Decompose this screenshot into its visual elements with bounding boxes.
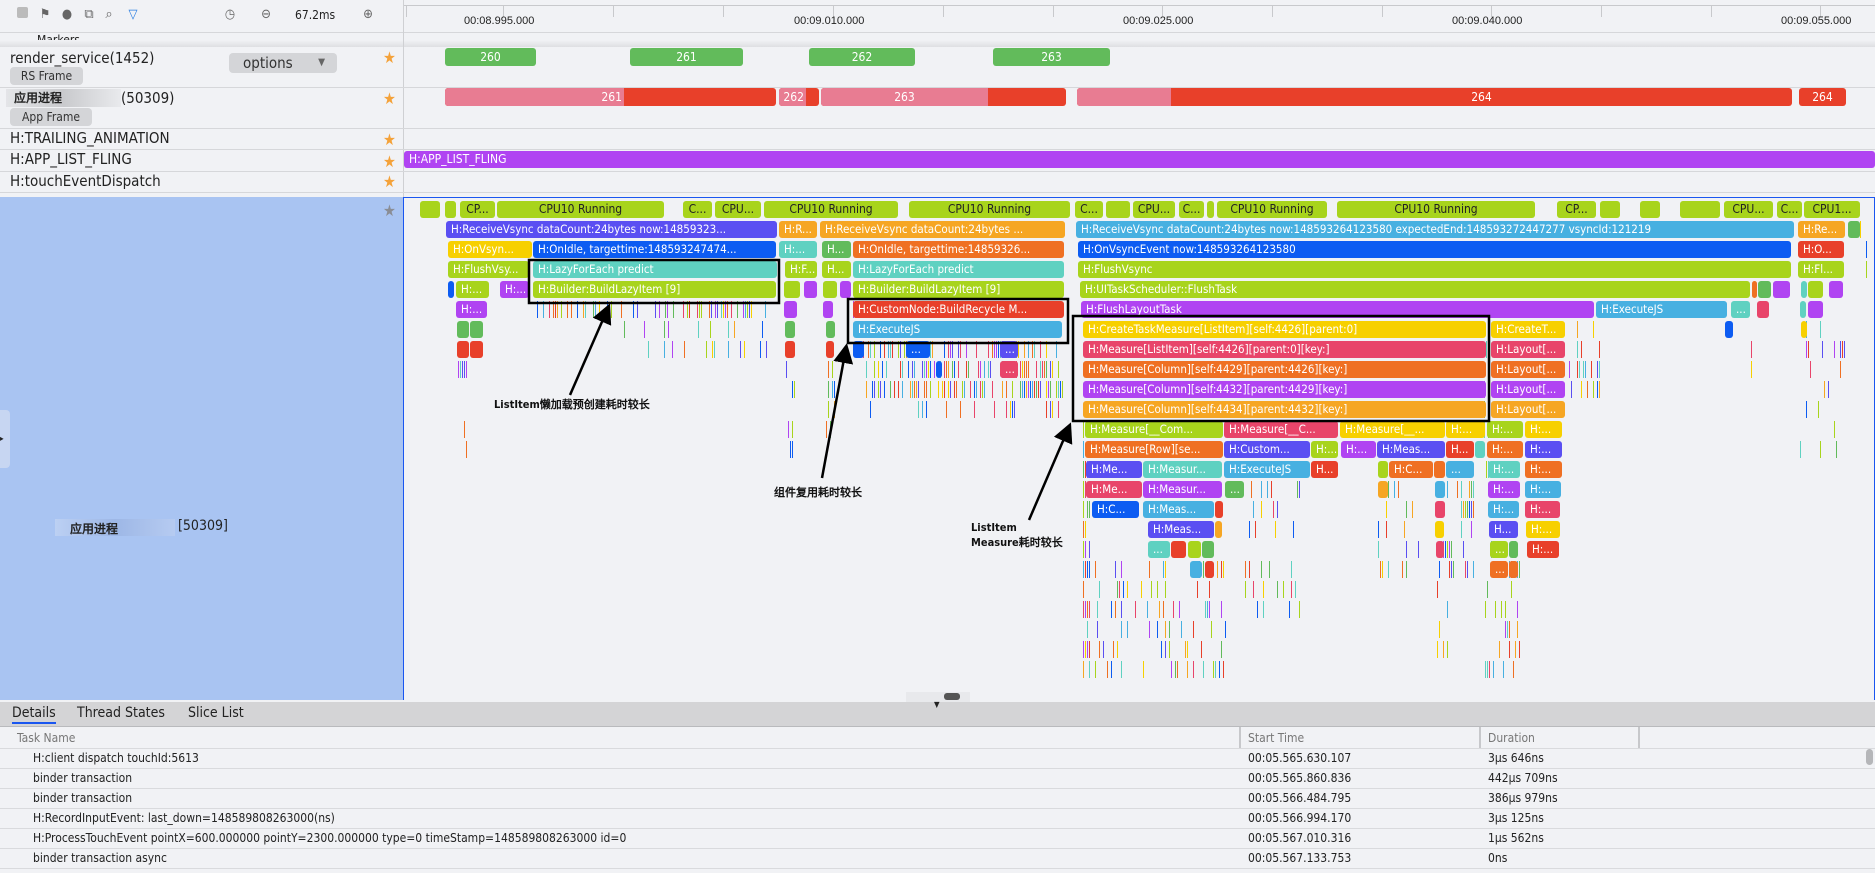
duration-cell: 3μs 125ns xyxy=(1488,811,1544,825)
drag-handle-icon[interactable] xyxy=(944,693,960,700)
annotation-measure-text-1: ListItem xyxy=(971,521,1017,534)
annotation-measure-text-2: Measure耗时较长 xyxy=(971,536,1063,549)
tab-slice-list[interactable]: Slice List xyxy=(188,705,244,721)
table-row[interactable]: binder transaction 00:05.566.484.795 386μs… xyxy=(0,789,1875,809)
column-header-start-time[interactable]: Start Time xyxy=(1248,731,1304,745)
task-name-cell: H:ProcessTouchEvent pointX=600.000000 po… xyxy=(33,831,627,845)
table-row[interactable]: H:client dispatch touchId:5613 00:05.565.… xyxy=(0,749,1875,769)
annotation-arrow-measure xyxy=(1027,422,1073,521)
start-time-cell: 00:05.565.630.107 xyxy=(1248,751,1352,765)
duration-cell: 0ns xyxy=(1488,851,1508,865)
chevron-down-icon[interactable]: ▼ xyxy=(934,700,940,709)
annotation-arrow-lazy xyxy=(568,303,612,396)
duration-cell: 1μs 562ns xyxy=(1488,831,1544,845)
start-time-cell: 00:05.567.010.316 xyxy=(1248,831,1352,845)
start-time-cell: 00:05.565.860.836 xyxy=(1248,771,1352,785)
task-name-cell: H:client dispatch touchId:5613 xyxy=(33,751,199,765)
task-name-cell: binder transaction async xyxy=(33,851,167,865)
table-row[interactable]: binder transaction 00:05.565.860.836 442μs… xyxy=(0,769,1875,789)
start-time-cell: 00:05.567.133.753 xyxy=(1248,851,1352,865)
duration-cell: 3μs 646ns xyxy=(1488,751,1544,765)
annotation-reuse-text: 组件复用耗时较长 xyxy=(774,486,862,499)
tab-details[interactable]: Details xyxy=(12,705,56,724)
duration-cell: 386μs 979ns xyxy=(1488,791,1558,805)
task-name-cell: binder transaction xyxy=(33,771,133,785)
table-row[interactable]: binder transaction async 00:05.567.133.75… xyxy=(0,849,1875,869)
start-time-cell: 00:05.566.484.795 xyxy=(1248,791,1352,805)
column-header-task-name[interactable]: Task Name xyxy=(17,731,75,745)
column-header-duration[interactable]: Duration xyxy=(1488,731,1535,745)
start-time-cell: 00:05.566.994.170 xyxy=(1248,811,1352,825)
scrollbar[interactable] xyxy=(1866,749,1873,765)
annotation-box-reuse xyxy=(846,297,1070,345)
task-name-cell: H:RecordInputEvent: last_down=1485898082… xyxy=(33,811,335,825)
annotation-box-measure xyxy=(1071,314,1491,423)
tab-thread-states[interactable]: Thread States xyxy=(77,705,165,721)
annotation-arrow-reuse xyxy=(820,343,854,479)
duration-cell: 442μs 709ns xyxy=(1488,771,1558,785)
table-row[interactable]: H:RecordInputEvent: last_down=1485898082… xyxy=(0,809,1875,829)
annotation-box-lazy xyxy=(527,258,781,305)
annotation-lazy-text: ListItem懒加载预创建耗时较长 xyxy=(494,398,650,411)
task-name-cell: binder transaction xyxy=(33,791,133,805)
table-row[interactable]: H:ProcessTouchEvent pointX=600.000000 po… xyxy=(0,829,1875,849)
